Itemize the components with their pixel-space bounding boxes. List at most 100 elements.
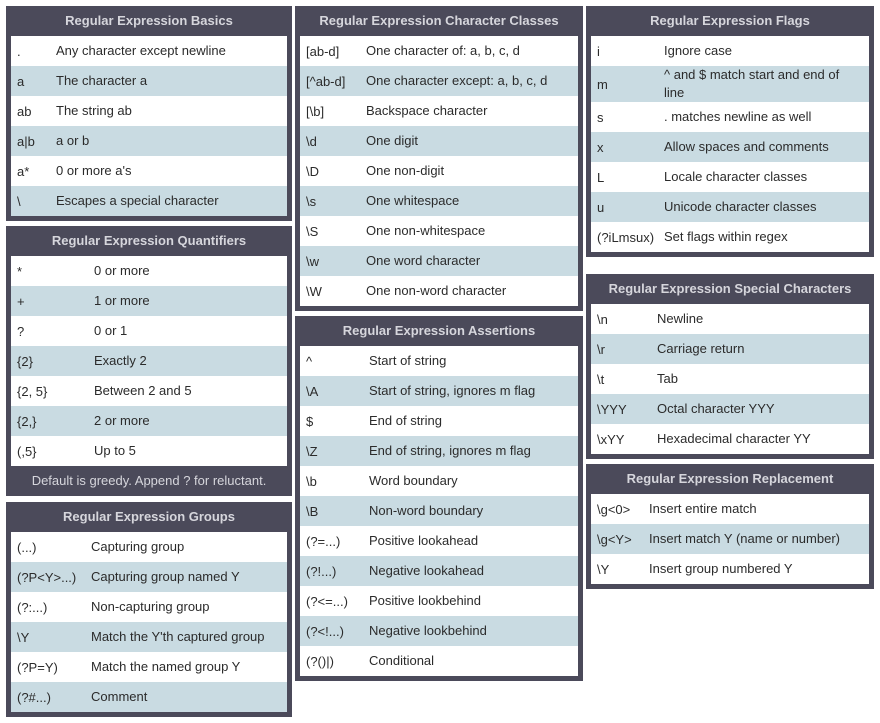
replacement-panel: Regular Expression Replacement \g<0> Inse… bbox=[586, 464, 874, 589]
table-row: (,5} Up to 5 bbox=[11, 436, 287, 466]
pattern-description: a or b bbox=[56, 133, 90, 148]
pattern-description: ^ and $ match start and end of line bbox=[664, 67, 840, 100]
table-row: \ Escapes a special character bbox=[11, 186, 287, 216]
quantifiers-panel: Regular Expression Quantifiers * 0 or mor… bbox=[6, 226, 292, 496]
pattern-syntax: i bbox=[597, 43, 600, 59]
table-row: \D One non-digit bbox=[300, 156, 578, 186]
quantifiers-footer-note: Default is greedy. Append ? for reluctan… bbox=[31, 473, 267, 488]
pattern-description: Insert entire match bbox=[649, 501, 757, 516]
table-row: L Locale character classes bbox=[591, 162, 869, 192]
table-row: \Y Insert group numbered Y bbox=[591, 554, 869, 584]
pattern-syntax: (?P<Y>...) bbox=[17, 569, 77, 585]
pattern-description: Start of string, ignores m flag bbox=[369, 383, 536, 398]
table-row: (?<!...) Negative lookbehind bbox=[300, 616, 578, 646]
pattern-description: Capturing group named Y bbox=[91, 569, 240, 584]
table-row: $ End of string bbox=[300, 406, 578, 436]
table-row: (?#...) Comment bbox=[11, 682, 287, 712]
table-row: a The character a bbox=[11, 66, 287, 96]
pattern-description: End of string bbox=[369, 413, 442, 428]
pattern-syntax: a* bbox=[17, 163, 30, 179]
pattern-description: One character except: a, b, c, d bbox=[366, 73, 548, 88]
table-row: ? 0 or 1 bbox=[11, 316, 287, 346]
quantifiers-title: Regular Expression Quantifiers bbox=[51, 233, 247, 248]
table-row: \d One digit bbox=[300, 126, 578, 156]
table-row: (?!...) Negative lookahead bbox=[300, 556, 578, 586]
pattern-description: Word boundary bbox=[369, 473, 458, 488]
pattern-syntax: m bbox=[597, 76, 608, 92]
replacement-title: Regular Expression Replacement bbox=[626, 471, 834, 486]
table-row: {2, 5} Between 2 and 5 bbox=[11, 376, 287, 406]
pattern-description: One word character bbox=[366, 253, 481, 268]
character-classes-title: Regular Expression Character Classes bbox=[319, 13, 559, 28]
pattern-syntax: (?<!...) bbox=[306, 623, 344, 639]
pattern-description: Octal character YYY bbox=[657, 401, 775, 416]
pattern-syntax: {2,} bbox=[17, 413, 37, 429]
pattern-description: Insert match Y (name or number) bbox=[649, 531, 840, 546]
pattern-syntax: \w bbox=[306, 253, 319, 269]
table-row: (?iLmsux) Set flags within regex bbox=[591, 222, 869, 252]
pattern-syntax: * bbox=[17, 263, 23, 279]
pattern-description: 2 or more bbox=[94, 413, 150, 428]
pattern-syntax: \Z bbox=[306, 443, 318, 459]
flags-title: Regular Expression Flags bbox=[650, 13, 810, 28]
pattern-syntax: ab bbox=[17, 103, 32, 119]
pattern-syntax: \S bbox=[306, 223, 319, 239]
groups-title: Regular Expression Groups bbox=[63, 509, 235, 524]
pattern-description: Hexadecimal character YY bbox=[657, 431, 811, 446]
pattern-syntax: (,5} bbox=[17, 443, 37, 459]
pattern-syntax: \d bbox=[306, 133, 317, 149]
pattern-description: Conditional bbox=[369, 653, 435, 668]
table-row: x Allow spaces and comments bbox=[591, 132, 869, 162]
pattern-description: One whitespace bbox=[366, 193, 460, 208]
table-row: {2,} 2 or more bbox=[11, 406, 287, 436]
pattern-description: Exactly 2 bbox=[94, 353, 147, 368]
table-row: (...) Capturing group bbox=[11, 532, 287, 562]
table-row: \S One non-whitespace bbox=[300, 216, 578, 246]
pattern-syntax: \D bbox=[306, 163, 319, 179]
pattern-description: Negative lookahead bbox=[369, 563, 484, 578]
pattern-syntax: \Y bbox=[17, 629, 30, 645]
pattern-syntax: (?P=Y) bbox=[17, 659, 58, 675]
basics-title: Regular Expression Basics bbox=[65, 13, 233, 28]
pattern-syntax: . bbox=[17, 43, 21, 59]
pattern-syntax: ^ bbox=[306, 353, 313, 369]
pattern-syntax: \Y bbox=[597, 561, 610, 577]
pattern-description: Start of string bbox=[369, 353, 447, 368]
pattern-description: Comment bbox=[91, 689, 148, 704]
pattern-description: Non-capturing group bbox=[91, 599, 210, 614]
pattern-syntax: \g<0> bbox=[597, 501, 631, 517]
pattern-description: Escapes a special character bbox=[56, 193, 219, 208]
table-row: \YYY Octal character YYY bbox=[591, 394, 869, 424]
pattern-description: Tab bbox=[657, 371, 678, 386]
table-row: [^ab-d] One character except: a, b, c, d bbox=[300, 66, 578, 96]
table-row: ^ Start of string bbox=[300, 346, 578, 376]
pattern-syntax: $ bbox=[306, 413, 314, 429]
pattern-description: Carriage return bbox=[657, 341, 745, 356]
table-row: \s One whitespace bbox=[300, 186, 578, 216]
pattern-syntax: L bbox=[597, 169, 605, 185]
pattern-description: Backspace character bbox=[366, 103, 488, 118]
pattern-syntax: x bbox=[597, 139, 604, 155]
table-row: (?<=...) Positive lookbehind bbox=[300, 586, 578, 616]
quantifiers-rows: * 0 or more +1 or more? 0 or 1 {2} Exactly 2{… bbox=[11, 256, 287, 466]
replacement-rows: \g<0> Insert entire match \g<Y> Insert matc… bbox=[591, 494, 869, 584]
groups-rows: (...) Capturing group (?P<Y>...) Capturing … bbox=[11, 532, 287, 712]
pattern-description: One non-word character bbox=[366, 283, 507, 298]
basics-rows: . Any character except newline a The charac… bbox=[11, 36, 287, 216]
table-row: (?P=Y) Match the named group Y bbox=[11, 652, 287, 682]
table-row: . Any character except newline bbox=[11, 36, 287, 66]
table-row: [\b] Backspace character bbox=[300, 96, 578, 126]
pattern-description: Match the named group Y bbox=[91, 659, 241, 674]
pattern-description: One character of: a, b, c, d bbox=[366, 43, 520, 58]
special-characters-rows: \n Newline \r Carriage return \t Tab \YYY Octal… bbox=[591, 304, 869, 454]
pattern-description: Allow spaces and comments bbox=[664, 139, 829, 154]
flags-panel: Regular Expression Flags i Ignore case m ^ … bbox=[586, 6, 874, 257]
pattern-description: End of string, ignores m flag bbox=[369, 443, 531, 458]
pattern-syntax: \n bbox=[597, 311, 608, 327]
assertions-panel: Regular Expression Assertions ^ Start of … bbox=[295, 316, 583, 681]
basics-panel: Regular Expression Basics . Any character… bbox=[6, 6, 292, 221]
pattern-description: Set flags within regex bbox=[664, 229, 788, 244]
pattern-description: One non-whitespace bbox=[366, 223, 486, 238]
pattern-syntax: (...) bbox=[17, 539, 37, 555]
pattern-syntax: (?iLmsux) bbox=[597, 229, 655, 245]
